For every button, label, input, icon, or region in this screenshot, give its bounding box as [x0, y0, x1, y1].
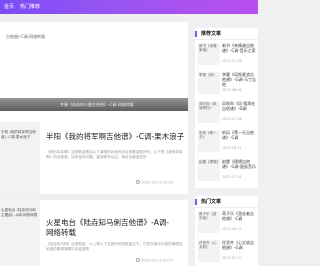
- recommend-panel: 推荐文章 新书《亲情·家谱》 新书《亲情谱吉他谱》-C调-音乐之家 2025-0…: [195, 28, 258, 188]
- article-meta: 2025-09-10 00:00: [136, 180, 173, 185]
- main-column: 古他曲)-C调-网络转载 齐豫《苗苗的小鹿在他谱》-C调-网络转载 半阳 (我的…: [0, 14, 190, 266]
- sidebar-item-date: 2025-08-11: [222, 146, 242, 150]
- article-title[interactable]: 半阳《我的将军啊吉他谱》-C调-果木浪子: [46, 132, 186, 142]
- accent-bar: [195, 199, 197, 205]
- sidebar-item-title[interactable]: 风吹你《风·我再在吉他谱》-D调: [222, 101, 257, 111]
- nav-home-link[interactable]: 首页: [4, 4, 14, 10]
- sidebar-item-title[interactable]: 李健《风吹麦浪吉他谱》-G调-马丁吉他: [222, 72, 257, 87]
- hero-caption-band: 齐豫《苗苗的小鹿在他谱》-C调-网络转载: [0, 98, 188, 111]
- sidebar-item[interactable]: 听风《等一天》 听风《等一天吉他谱》-C调 2025-08-11: [195, 129, 258, 159]
- sidebar-item[interactable]: 赵雷《理想》 赵雷《理想吉他谱》-G调-星辰音乐 2025-07-31: [195, 158, 258, 188]
- sidebar-thumbnail[interactable]: 风吹你《风·我再在》: [198, 101, 220, 123]
- clock-icon: [136, 258, 140, 262]
- article-title[interactable]: 火星电台《陆垚知马俐吉他谱》-A调-网络转载: [46, 218, 174, 238]
- thumbnail-caption: 半阳 (我的将军啊吉他谱) -C调-果木浪子: [1, 130, 36, 139]
- article-date: 2025-09-10 00:00: [141, 180, 174, 185]
- article-excerpt: 《陆垚知马俐》这首歌曲，以上是以下这首好听的歌曲生于。它的在弹法中我的弹唱吉他谱…: [46, 242, 183, 252]
- article-card[interactable]: 火星电台 (陆垚知马俐主题曲) -A调-网络转载 火星电台《陆垚知马俐吉他谱》-…: [0, 200, 188, 266]
- panel-title: 推荐文章: [201, 31, 222, 37]
- sidebar-item-date: 2025-07-28: [222, 117, 242, 121]
- clock-icon: [136, 180, 140, 184]
- top-navbar: 首页 热门推荐: [0, 0, 258, 14]
- sidebar-thumbnail[interactable]: 任贤齐《心太软》: [198, 240, 220, 262]
- accent-bar: [195, 31, 197, 37]
- panel-header: 推荐文章: [195, 28, 258, 40]
- sidebar-item-title[interactable]: 任贤齐《心太软吉他谱》-G调: [222, 240, 257, 250]
- article-date: 2025-07-25 09:57: [141, 258, 174, 263]
- article-excerpt: 《我的将军啊》这首歌曲是由以下演唱的对我而言这首歌曲很好听。以下是《我的将军啊》…: [46, 150, 183, 160]
- sidebar-thumbnail[interactable]: 赵雷《理想》: [198, 159, 220, 181]
- sidebar-item-date: 2025-07-08: [222, 59, 242, 63]
- sidebar-item-date: 2025-07-31: [222, 175, 242, 179]
- article-meta: 2025-07-25 09:57: [136, 258, 173, 263]
- hero-carousel[interactable]: 古他曲)-C调-网络转载 齐豫《苗苗的小鹿在他谱》-C调-网络转载: [0, 22, 188, 122]
- hot-panel: 热门文章 蒋子乐《游去者》 蒋子乐《游去者吉他谱》-C调 2025-06-12 …: [195, 196, 258, 266]
- hero-caption[interactable]: 齐豫《苗苗的小鹿在他谱》-C调-网络转载: [60, 102, 134, 108]
- article-thumbnail[interactable]: 火星电台 (陆垚知马俐主题曲) -A调-网络转载: [0, 200, 40, 266]
- sidebar-item[interactable]: 风吹你《风·我再在》 风吹你《风·我再在吉他谱》-D调 2025-07-28: [195, 100, 258, 130]
- sidebar-thumbnail[interactable]: 听风《等一天》: [198, 130, 220, 152]
- sidebar-item[interactable]: 新书《亲情·家谱》 新书《亲情谱吉他谱》-C调-音乐之家 2025-07-08: [195, 42, 258, 72]
- panel-header: 热门文章: [195, 196, 258, 208]
- sidebar-item-title[interactable]: 赵雷《理想吉他谱》-G调-星辰音乐: [222, 159, 257, 169]
- thumbnail-caption: 火星电台 (陆垚知马俐主题曲) -A调-网络转载: [1, 208, 38, 217]
- panel-title: 热门文章: [201, 199, 222, 205]
- sidebar-item[interactable]: 李健《风》 李健《风吹麦浪吉他谱》-G调-马丁吉他 2025-08-04: [195, 71, 258, 101]
- sidebar-thumbnail[interactable]: 新书《亲情·家谱》: [198, 43, 220, 65]
- sidebar-item-date: 2025-08-04: [222, 88, 242, 92]
- sidebar-item-title[interactable]: 听风《等一天吉他谱》-C调: [222, 130, 257, 140]
- sidebar-item-title[interactable]: 蒋子乐《游去者吉他谱》-C调: [222, 211, 257, 221]
- sidebar-thumbnail[interactable]: 蒋子乐《游去者》: [198, 211, 220, 233]
- sidebar-item[interactable]: 任贤齐《心太软》 任贤齐《心太软吉他谱》-G调 2025-05-20: [195, 239, 258, 266]
- article-thumbnail[interactable]: 半阳 (我的将军啊吉他谱) -C调-果木浪子: [0, 122, 40, 194]
- sidebar-thumbnail[interactable]: 李健《风》: [198, 72, 220, 94]
- sidebar: 推荐文章 新书《亲情·家谱》 新书《亲情谱吉他谱》-C调-音乐之家 2025-0…: [195, 28, 258, 266]
- article-card[interactable]: 半阳 (我的将军啊吉他谱) -C调-果木浪子 半阳《我的将军啊吉他谱》-C调-果…: [0, 122, 188, 194]
- nav-hot-link[interactable]: 热门推荐: [20, 4, 40, 10]
- sidebar-item[interactable]: 蒋子乐《游去者》 蒋子乐《游去者吉他谱》-C调 2025-06-12: [195, 210, 258, 240]
- sidebar-item-date: 2025-05-20: [222, 256, 242, 260]
- sidebar-item-title[interactable]: 新书《亲情谱吉他谱》-C调-音乐之家: [222, 43, 257, 53]
- hero-top-caption: 古他曲)-C调-网络转载: [6, 34, 46, 39]
- sidebar-item-date: 2025-06-12: [222, 227, 242, 231]
